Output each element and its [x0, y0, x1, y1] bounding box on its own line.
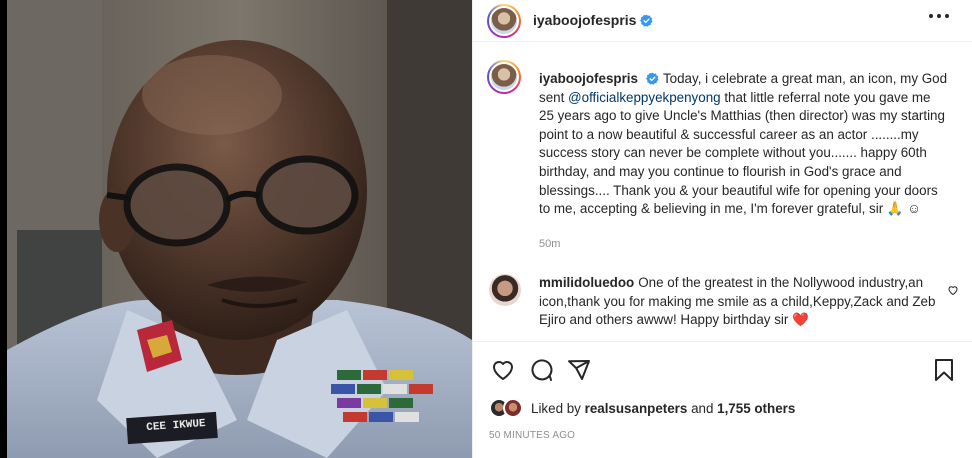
likes-count[interactable]: 1,755 others: [717, 401, 795, 416]
caption-body-end: that little referral note you gave me 25…: [539, 89, 945, 217]
likes-middle: and: [691, 401, 714, 416]
share-icon[interactable]: [567, 358, 591, 382]
post-image[interactable]: CEE IKWUE: [7, 0, 472, 458]
likes-summary: Liked by realsusanpeters and 1,755 other…: [489, 398, 959, 420]
post-action-bar: [473, 341, 972, 395]
author-username[interactable]: iyaboojofespris: [533, 12, 653, 28]
commenter-avatar[interactable]: [489, 274, 521, 306]
comment-text: mmilidoluedoo One of the greatest in the …: [539, 274, 939, 330]
heart-icon[interactable]: [491, 358, 515, 382]
comment-icon[interactable]: [529, 358, 553, 382]
caption-username[interactable]: iyaboojofespris: [539, 71, 638, 86]
liker-username[interactable]: realsusanpeters: [585, 401, 688, 416]
commenter-username[interactable]: mmilidoluedoo: [539, 275, 634, 290]
caption-timestamp[interactable]: 50m: [539, 238, 560, 250]
comment-item: mmilidoluedoo One of the greatest in the …: [473, 274, 972, 340]
bookmark-icon[interactable]: [933, 358, 955, 382]
verified-badge-icon: [640, 14, 653, 27]
post-photo-illustration: [7, 0, 472, 458]
comment-heart-icon[interactable]: [947, 284, 959, 296]
post-timestamp[interactable]: 50 MINUTES AGO: [489, 430, 575, 441]
liker-avatar[interactable]: [503, 398, 523, 418]
more-options-icon[interactable]: [929, 14, 949, 20]
caption-text: iyaboojofespris Today, i celebrate a grea…: [539, 70, 949, 219]
header-username-text[interactable]: iyaboojofespris: [533, 12, 636, 28]
caption-author-avatar[interactable]: [487, 60, 521, 94]
likes-prefix: Liked by: [531, 401, 581, 416]
post-details-panel: iyaboojofespris iyaboojofespris Today, i …: [472, 0, 972, 458]
likes-text: Liked by realsusanpeters and 1,755 other…: [531, 401, 795, 416]
author-avatar[interactable]: [487, 4, 521, 38]
caption-mention-link[interactable]: @officialkeppyekpenyong: [568, 90, 721, 105]
left-edge-strip: [0, 0, 7, 458]
verified-badge-icon: [646, 72, 659, 85]
post-header: iyaboojofespris: [473, 0, 972, 42]
